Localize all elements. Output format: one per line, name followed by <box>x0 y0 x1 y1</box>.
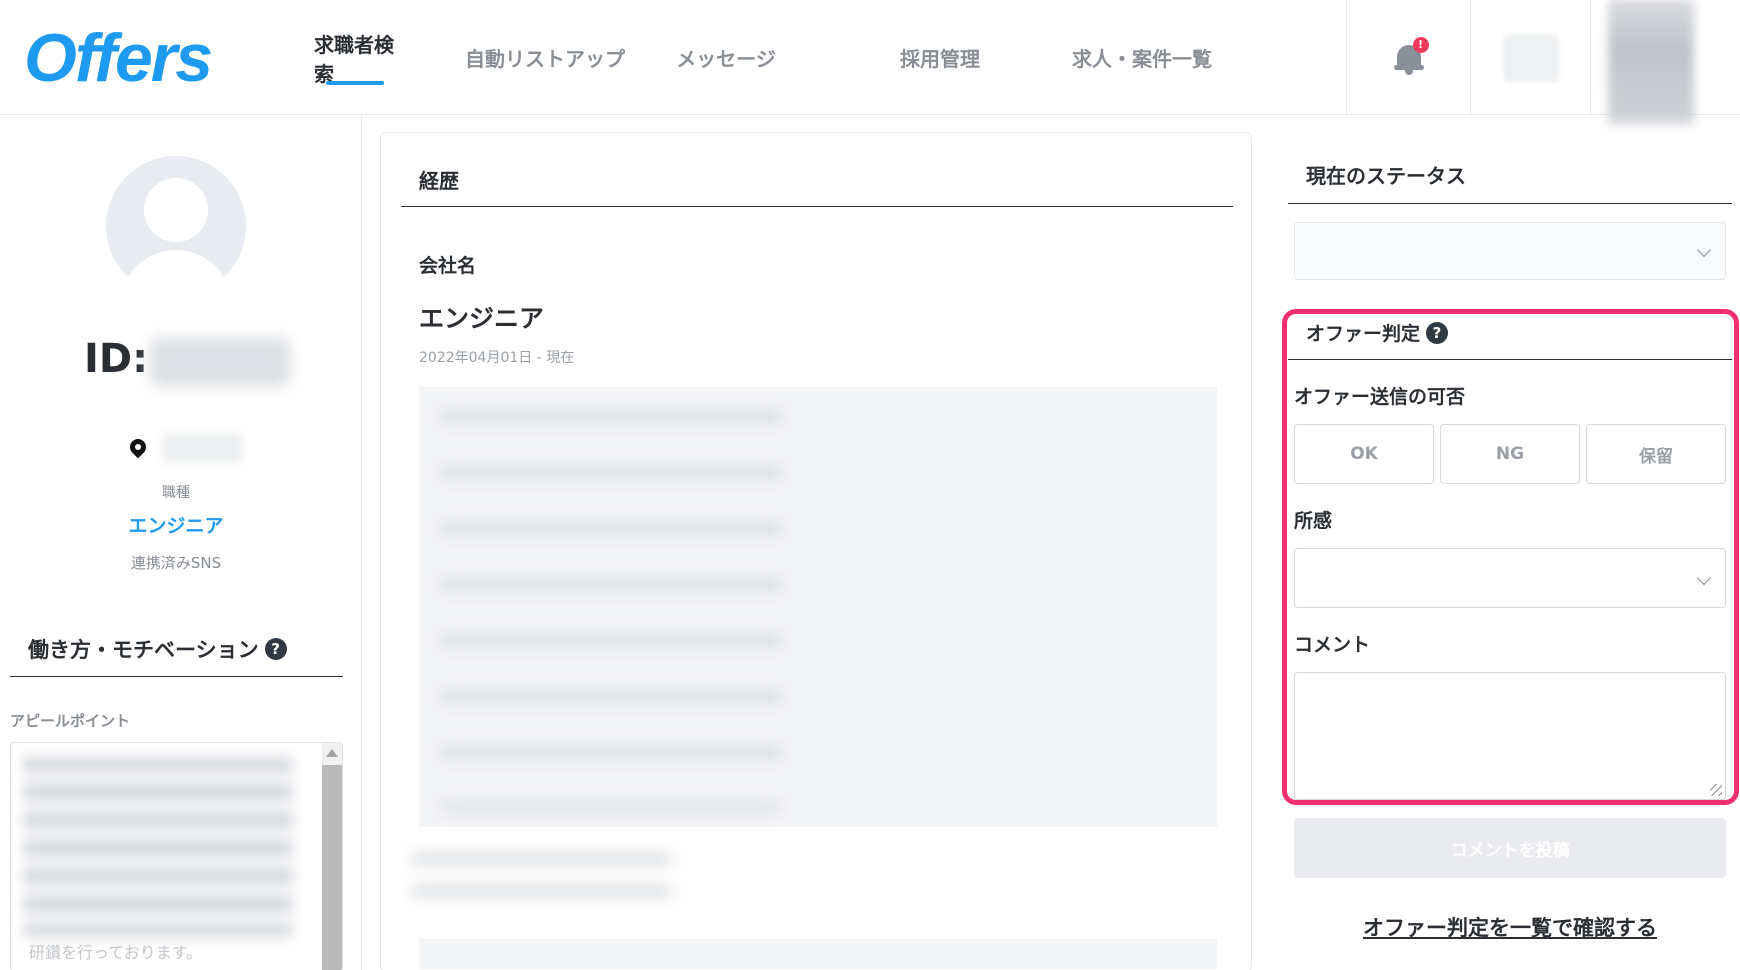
appeal-point-tail: 研鑽を行っております。 <box>29 943 203 962</box>
help-icon[interactable]: ? <box>1426 321 1449 344</box>
career-title: 経歴 <box>419 169 459 193</box>
career-next-entry <box>411 853 671 903</box>
top-header: Offers 求職者検索 自動リストアップ メッセージ 採用管理 求人・案件一覧… <box>0 0 1740 124</box>
profile-id-label: ID: <box>84 336 149 382</box>
company-name-label: 会社名 <box>419 255 477 277</box>
profile-id-value <box>150 338 290 386</box>
appeal-point-text <box>23 757 293 937</box>
offer-judgement-title: オファー判定 ? <box>1306 319 1449 346</box>
offers-logo[interactable]: Offers <box>24 18 213 98</box>
main-nav: 求職者検索 自動リストアップ メッセージ 採用管理 求人・案件一覧 <box>314 0 1222 115</box>
nav-auto-listup[interactable]: 自動リストアップ <box>450 0 640 115</box>
profile-avatar <box>106 156 246 296</box>
ok-button[interactable]: OK <box>1294 424 1434 484</box>
offer-judgement-title-text: オファー判定 <box>1306 323 1421 345</box>
divider <box>10 676 343 677</box>
chevron-down-icon <box>1696 242 1712 258</box>
appeal-point-label: アピールポイント <box>10 712 131 730</box>
status-select[interactable] <box>1294 222 1726 280</box>
comment-label: コメント <box>1294 634 1371 656</box>
account-placeholder <box>1502 33 1559 82</box>
career-detail-text <box>441 411 781 811</box>
notification-badge: ! <box>1412 36 1429 53</box>
career-card: 経歴 会社名 エンジニア 2022年04月01日 - 現在 <box>380 132 1252 970</box>
location-value <box>162 434 242 462</box>
location-pin-icon <box>126 435 150 459</box>
impression-label: 所感 <box>1294 510 1333 532</box>
scrollbar-thumb[interactable] <box>322 765 342 970</box>
job-type-label: 職種 <box>162 485 190 501</box>
account-cell[interactable] <box>1470 0 1590 115</box>
offer-send-possible-label: オファー送信の可否 <box>1294 386 1466 408</box>
chevron-down-icon <box>1696 570 1712 586</box>
scrollbar[interactable] <box>322 743 342 970</box>
work-style-title-text: 働き方・モチベーション <box>28 638 259 662</box>
impression-select[interactable] <box>1294 548 1726 608</box>
appeal-point-box[interactable]: 研鑽を行っております。 <box>10 742 343 970</box>
career-period: 2022年04月01日 - 現在 <box>419 350 575 366</box>
hold-button[interactable]: 保留 <box>1586 424 1726 484</box>
ng-button[interactable]: NG <box>1440 424 1580 484</box>
current-status-title: 現在のステータス <box>1306 164 1466 188</box>
view-judgements-link[interactable]: オファー判定を一覧で確認する <box>1270 912 1740 942</box>
resize-handle-icon[interactable] <box>1710 784 1722 796</box>
divider <box>1288 359 1732 360</box>
nav-messages[interactable]: メッセージ <box>666 0 786 115</box>
post-comment-button[interactable]: コメントを投稿 <box>1294 818 1726 878</box>
help-icon[interactable]: ? <box>264 638 287 660</box>
linked-sns-label: 連携済みSNS <box>130 554 222 572</box>
notification-cell[interactable]: ! <box>1346 0 1470 115</box>
career-role: エンジニア <box>419 304 545 333</box>
comment-input[interactable] <box>1294 672 1726 800</box>
status-panel: 現在のステータス オファー判定 ? オファー送信の可否 OK NG 保留 所感 … <box>1270 116 1740 970</box>
career-next-detail <box>419 939 1217 969</box>
work-style-title: 働き方・モチベーション ? <box>28 634 287 664</box>
nav-candidate-search[interactable]: 求職者検索 <box>314 0 396 115</box>
bell-icon[interactable]: ! <box>1393 36 1429 75</box>
job-type-value: エンジニア <box>128 515 224 537</box>
nav-job-list[interactable]: 求人・案件一覧 <box>1062 0 1222 115</box>
divider <box>401 206 1233 207</box>
user-avatar[interactable] <box>1608 0 1694 124</box>
divider <box>1288 203 1732 204</box>
scroll-up-arrow-icon[interactable] <box>326 749 338 757</box>
profile-sidebar: ID: 職種 エンジニア 連携済みSNS 働き方・モチベーション ? アピールポ… <box>0 116 362 970</box>
nav-recruitment-management[interactable]: 採用管理 <box>890 0 990 115</box>
